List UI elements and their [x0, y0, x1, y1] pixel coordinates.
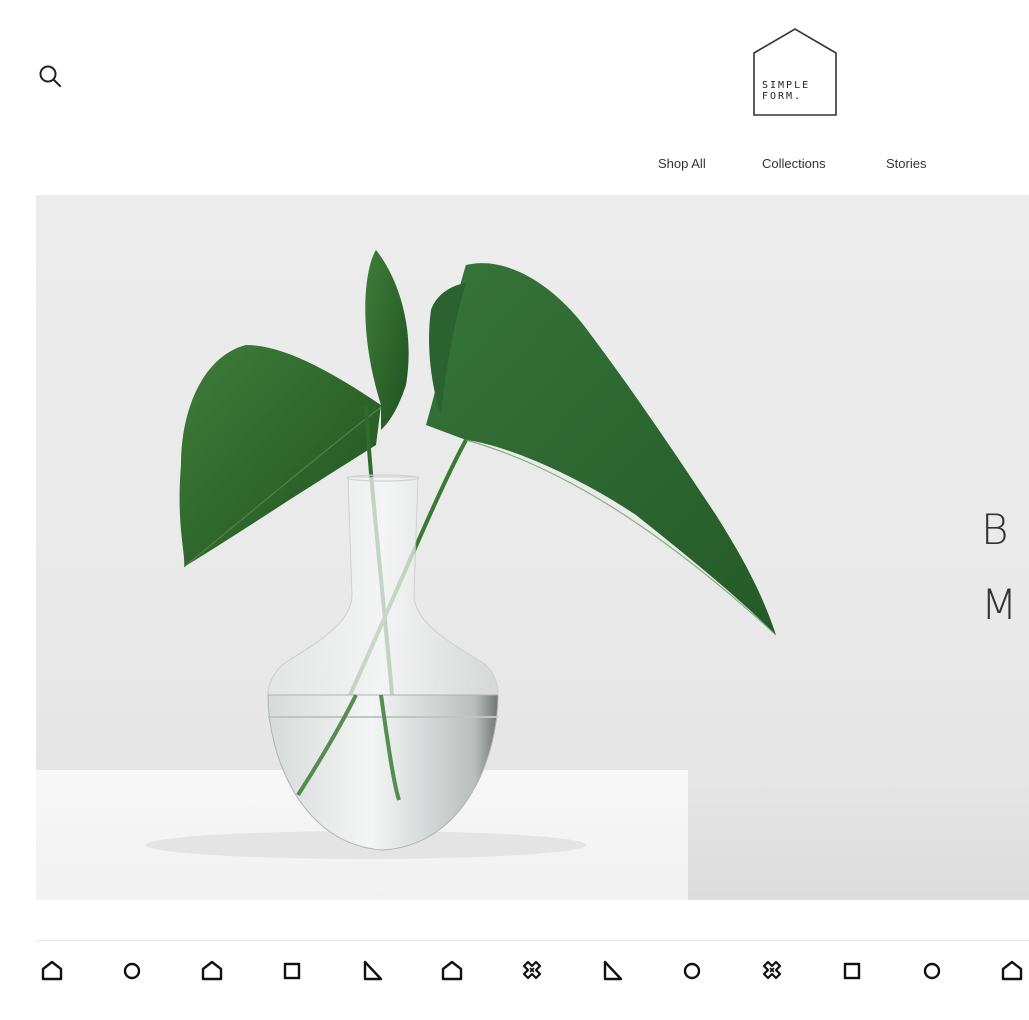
nav-stories[interactable]: Stories [886, 156, 926, 171]
brand-line-2: FORM. [762, 91, 803, 102]
triangle-icon [363, 960, 383, 981]
house-icon [41, 960, 63, 981]
house-icon [201, 960, 223, 981]
house-icon [441, 960, 463, 981]
house-icon [1001, 960, 1023, 981]
page: SIMPLE FORM. Shop All Collections Storie… [0, 0, 1029, 1020]
nav-collections[interactable]: Collections [762, 156, 826, 171]
brand-line-1: SIMPLE [762, 80, 811, 91]
plant-vase-illustration [146, 250, 777, 859]
main-nav: Shop All Collections Stories [0, 156, 1029, 176]
cross-icon [762, 960, 782, 980]
square-icon [843, 962, 861, 980]
circle-icon [123, 962, 141, 980]
nav-shop-all[interactable]: Shop All [658, 156, 706, 171]
brand-logo[interactable]: SIMPLE FORM. [752, 28, 838, 116]
search-icon[interactable] [38, 64, 64, 90]
brand-wordmark: SIMPLE FORM. [762, 80, 832, 102]
hero-letter-2: M [981, 580, 1018, 629]
triangle-icon [603, 960, 623, 981]
hero-letter-1: B [981, 505, 1009, 554]
circle-icon [683, 962, 701, 980]
hero-banner[interactable]: B M [36, 195, 1029, 900]
section-divider [36, 940, 1029, 941]
circle-icon [923, 962, 941, 980]
square-icon [283, 962, 301, 980]
shape-icon-strip [0, 958, 1029, 988]
cross-icon [522, 960, 542, 980]
